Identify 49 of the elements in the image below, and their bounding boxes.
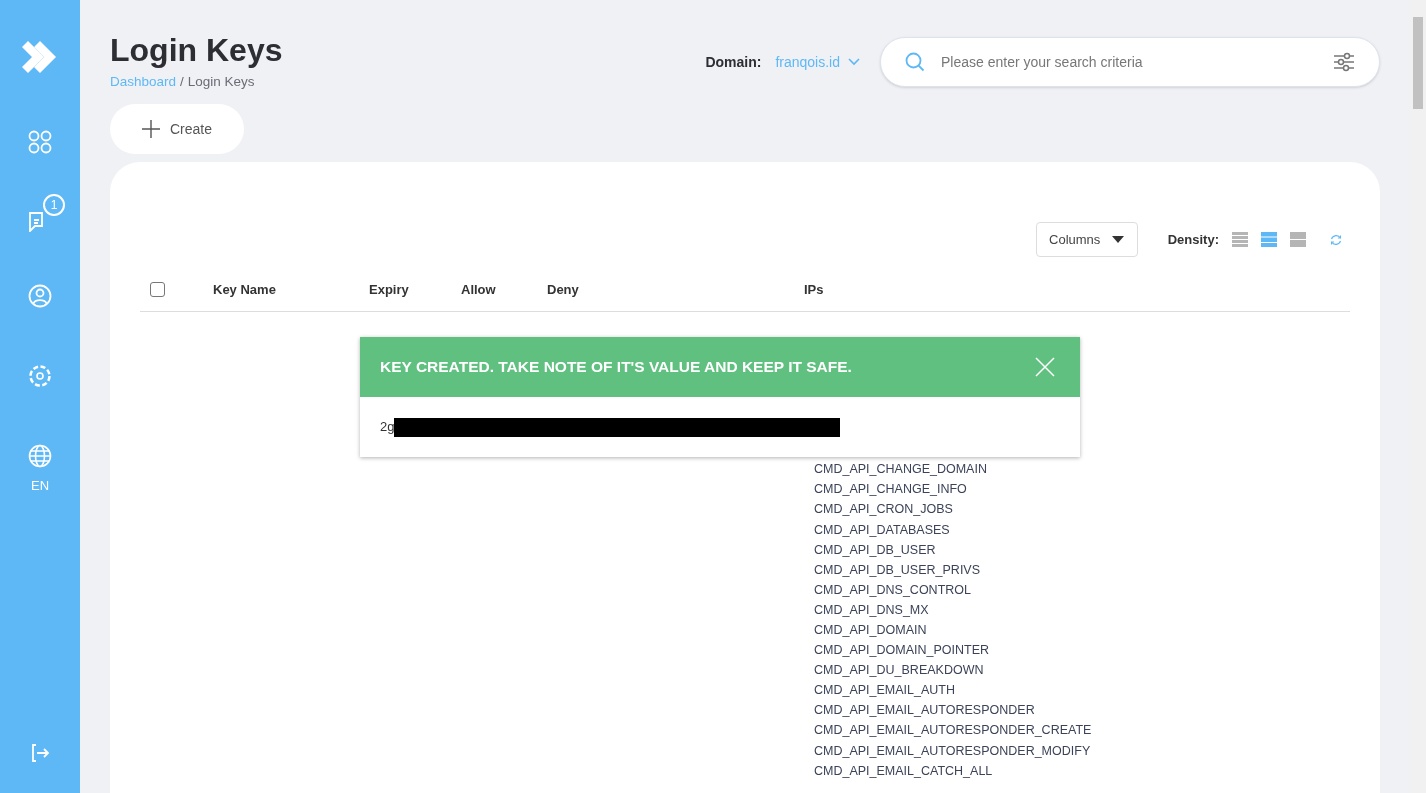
user-icon[interactable] [28,284,52,308]
permission-text: CMD_API_DB_USER [814,541,937,559]
close-icon[interactable] [1035,357,1055,377]
columns-button[interactable]: Columns [1035,222,1138,258]
breadcrumb-current: Login Keys [187,73,255,91]
dashboard-icon[interactable] [28,130,52,154]
permission-text: CMD_API_DNS_MX [814,601,930,619]
chevron-down-icon [848,58,860,66]
domain-label: Domain: [705,52,762,72]
permission-text: CMD_API_CHANGE_DOMAIN [814,461,988,479]
filter-settings-icon[interactable] [1333,52,1355,72]
permission-text: CMD_API_EMAIL_AUTORESPONDER_MODIFY [814,742,1092,760]
permission-text: CMD_API_CRON_JOBS [814,501,954,519]
permission-text: CMD_API_CHANGE_INFO [814,481,968,499]
permission-text: CMD_API_DOMAIN [814,622,928,639]
logout-icon[interactable] [30,743,50,763]
key-value: 2g [380,418,395,437]
column-header[interactable]: Key Name [213,279,369,299]
search-icon [905,52,925,72]
density-toggle[interactable] [1290,232,1306,248]
permission-text: CMD_API_EMAIL_CATCH_ALL [814,762,994,780]
page-title: Login Keys [110,31,283,70]
notification-badge: 1 [43,194,65,216]
permission-text: CMD_API_DOMAIN_POINTER [814,642,991,660]
plus-icon [142,120,160,139]
column-header[interactable]: Expiry [369,279,461,299]
density-toggle[interactable] [1261,232,1277,248]
permission-text: CMD_API_DNS_CONTROL [814,581,972,599]
select-all-checkbox[interactable] [150,281,165,297]
permission-text: CMD_API_EMAIL_AUTORESPONDER [814,702,1036,720]
caret-icon [1112,236,1125,244]
column-header[interactable]: Allow [461,279,547,299]
search-input[interactable]: Please enter your search criteria [941,51,1333,73]
refresh-icon[interactable] [1330,233,1342,246]
density-toggle[interactable] [1232,232,1248,248]
search-field[interactable]: Please enter your search criteria [880,37,1380,87]
dialog-title: KEY CREATED. TAKE NOTE OF IT'S VALUE AND KEEP IT SAFE. [380,357,852,378]
density-label: Density: [1167,231,1219,249]
column-header[interactable]: Deny [547,279,804,299]
permission-text: CMD_API_DB_USER_PRIVS [814,561,982,579]
globe-icon[interactable] [28,444,52,468]
permission-text: CMD_API_DU_BREAKDOWN [814,662,985,680]
permission-text: CMD_API_EMAIL_AUTH [814,682,956,700]
permission-text: CMD_API_DATABASES [814,521,951,539]
create-button[interactable]: Create [110,104,244,155]
permission-text: CMD_API_EMAIL_AUTORESPONDER_CREATE [814,722,1093,740]
column-header[interactable]: IPs [804,279,904,299]
breadcrumb-separator: / [180,73,184,91]
settings-icon[interactable] [28,364,52,388]
